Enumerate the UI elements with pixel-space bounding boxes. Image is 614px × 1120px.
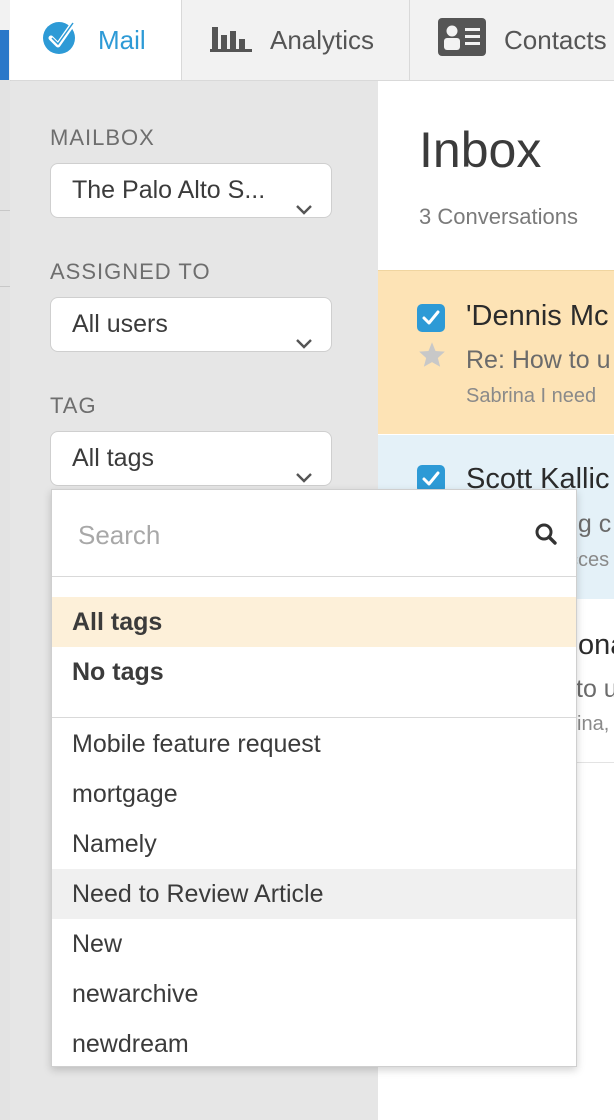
- tag-label: TAG: [50, 393, 97, 418]
- tag-option[interactable]: New: [52, 919, 576, 969]
- chevron-down-icon: [295, 450, 313, 485]
- tab-contacts-label: Contacts: [504, 24, 607, 55]
- tag-option[interactable]: newarchive: [52, 969, 576, 1019]
- tag-option-all-tags[interactable]: All tags: [52, 597, 576, 647]
- page-title: Inbox: [419, 122, 542, 178]
- checkmark-badge-icon: [40, 17, 80, 64]
- tab-analytics[interactable]: Analytics: [182, 0, 410, 80]
- row-checkbox[interactable]: [417, 304, 445, 332]
- tag-search-input[interactable]: [76, 512, 520, 558]
- assigned-to-label: ASSIGNED TO: [50, 259, 211, 284]
- conversation-count: 3 Conversations: [419, 204, 578, 229]
- tab-analytics-label: Analytics: [270, 24, 375, 55]
- conversation-sender: 'Dennis Mc: [466, 300, 609, 332]
- conversation-preview: Sabrina I need: [466, 385, 597, 407]
- tag-option[interactable]: Mobile feature request: [52, 719, 576, 769]
- mailbox-select[interactable]: The Palo Alto S...: [50, 163, 332, 218]
- tag-search-bar: [52, 490, 576, 577]
- star-icon[interactable]: [418, 341, 446, 373]
- tag-option[interactable]: Namely: [52, 819, 576, 869]
- conversation-sender: ona: [578, 629, 614, 661]
- assigned-to-select-value: All users: [72, 310, 168, 338]
- top-nav-bar: Mail Analytics Contacts: [0, 0, 614, 102]
- tab-mail[interactable]: Mail: [10, 0, 182, 80]
- mailbox-select-value: The Palo Alto S...: [72, 176, 266, 204]
- assigned-to-select[interactable]: All users: [50, 297, 332, 352]
- tag-select-value: All tags: [72, 444, 154, 472]
- tag-option-no-tags[interactable]: No tags: [52, 647, 576, 697]
- strip-divider: [0, 286, 10, 287]
- chevron-down-icon: [295, 316, 313, 351]
- mailbox-label: MAILBOX: [50, 125, 155, 150]
- tag-option[interactable]: newdream: [52, 1019, 576, 1069]
- tag-option[interactable]: Need to Review Article: [52, 869, 576, 919]
- tag-option[interactable]: mortgage: [52, 769, 576, 819]
- chevron-down-icon: [295, 182, 313, 217]
- search-icon[interactable]: [534, 522, 558, 551]
- conversation-subject: to u: [576, 675, 614, 703]
- conversation-row[interactable]: 'Dennis Mc Re: How to u Sabrina I need: [378, 270, 614, 434]
- bar-chart-icon: [210, 21, 252, 60]
- tab-contacts[interactable]: Contacts: [410, 0, 614, 80]
- conversation-preview: ina,: [577, 713, 610, 735]
- tag-dropdown-menu: All tags No tags Mobile feature request …: [51, 489, 577, 1067]
- contact-card-icon: [438, 17, 486, 63]
- tag-select[interactable]: All tags: [50, 431, 332, 486]
- tab-mail-label: Mail: [98, 24, 146, 55]
- menu-divider: [52, 717, 576, 718]
- conversation-subject: Re: How to u: [466, 346, 611, 374]
- strip-divider: [0, 210, 10, 211]
